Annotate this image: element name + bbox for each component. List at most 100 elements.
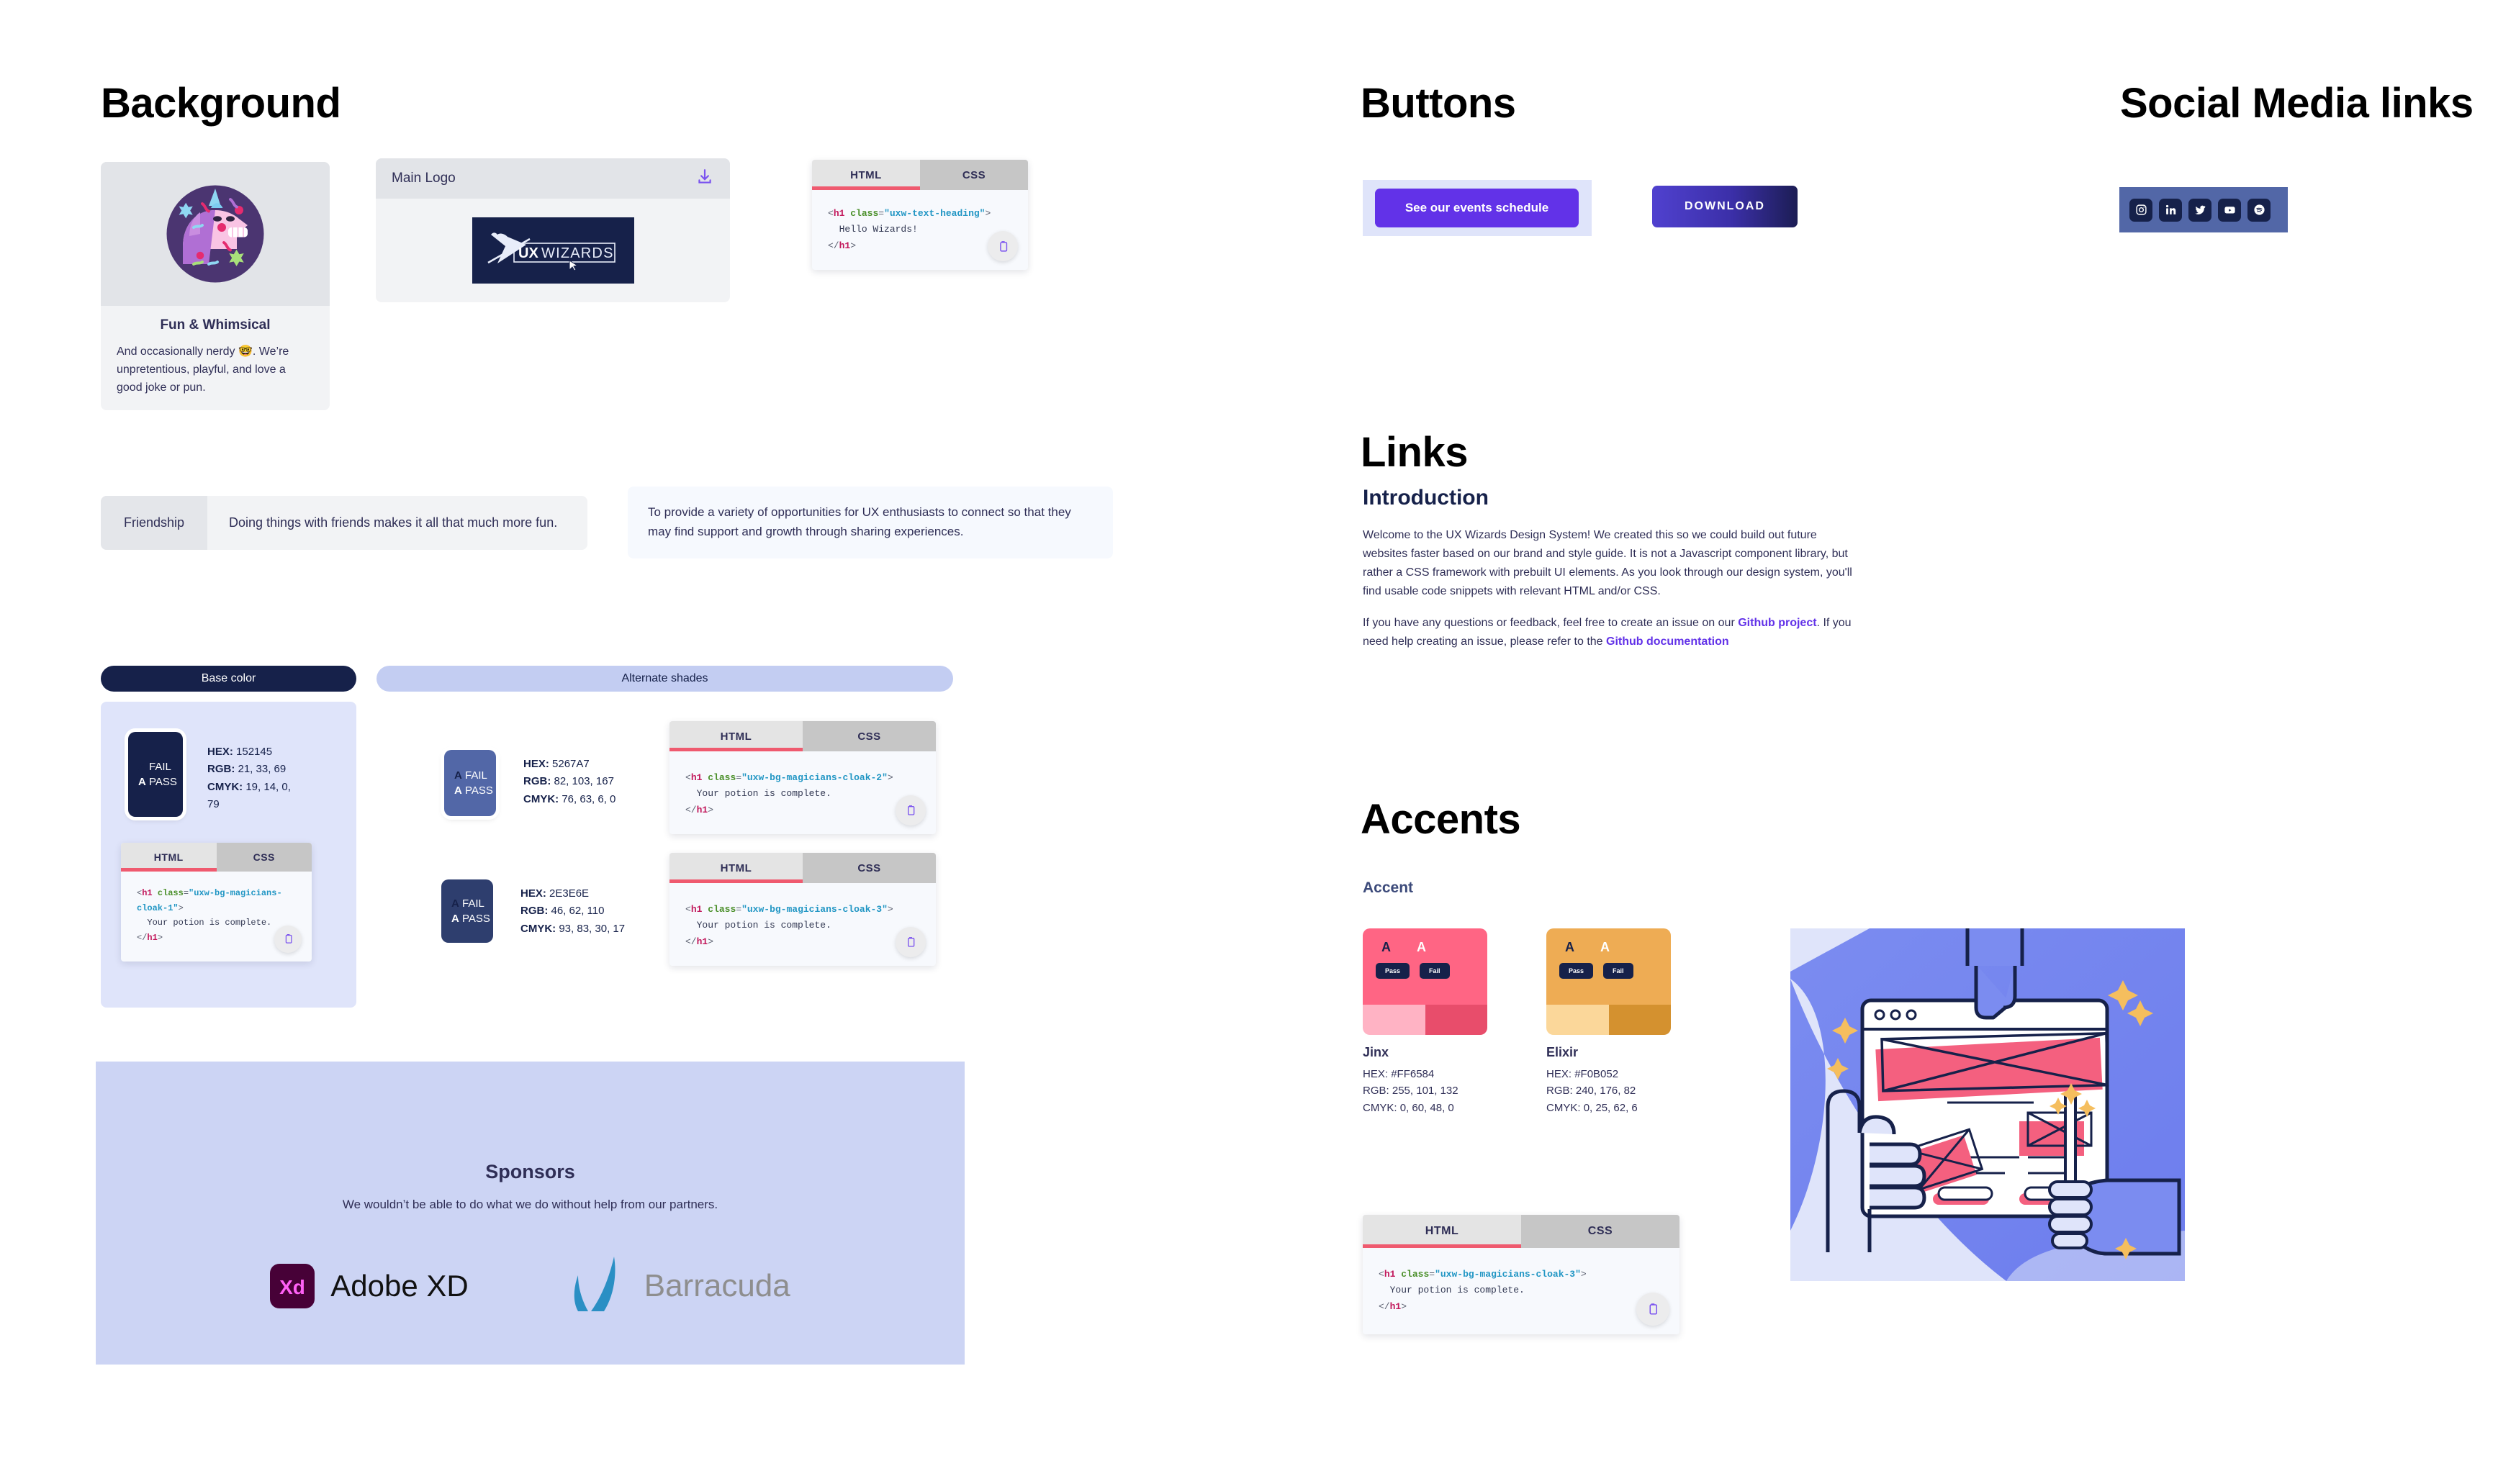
swatch-fail-row: A FAIL — [451, 897, 493, 910]
linkedin-icon[interactable] — [2159, 198, 2182, 222]
accent-contrast-chips: Pass Fail — [1559, 963, 1633, 979]
cmyk-label: CMYK: — [1363, 1101, 1397, 1114]
github-documentation-link[interactable]: Github documentation — [1606, 635, 1729, 648]
p2-before: If you have any questions or feedback, f… — [1363, 616, 1739, 629]
code-tabs: HTML CSS — [669, 721, 936, 751]
rgb-label: RGB: — [207, 763, 235, 776]
tab-html[interactable]: HTML — [812, 160, 920, 190]
clipboard-icon[interactable] — [896, 927, 926, 958]
download-button[interactable]: DOWNLOAD — [1652, 186, 1798, 227]
accent-a-dark: A — [1381, 940, 1391, 954]
cmyk-label: CMYK: — [1546, 1101, 1581, 1114]
rgb-label: RGB: — [523, 775, 551, 788]
tab-html[interactable]: HTML — [669, 721, 803, 751]
code-content: Your potion is complete. — [685, 788, 831, 800]
accent-chip-pass: Pass — [1376, 963, 1410, 979]
clipboard-icon[interactable] — [274, 925, 302, 953]
base-color-swatch[interactable]: A FAIL A PASS — [128, 732, 183, 817]
code-body: <h1 class="uxw-bg-magicians-cloak-3"> Yo… — [669, 883, 936, 966]
code-content: Hello Wizards! — [828, 224, 918, 235]
code-body: <h1 class="uxw-bg-magicians-cloak-1"> Yo… — [121, 872, 312, 962]
code-body: <h1 class="uxw-bg-magicians-cloak-2"> Yo… — [669, 751, 936, 834]
rgb-label: RGB: — [1546, 1085, 1573, 1098]
introduction-paragraph-2: If you have any questions or feedback, f… — [1363, 614, 1852, 651]
swatch-a-fail: A — [454, 769, 462, 782]
github-project-link[interactable]: Github project — [1738, 617, 1816, 629]
clipboard-icon[interactable] — [896, 795, 926, 826]
accent-swatch-elixir[interactable]: A A Pass Fail — [1546, 928, 1671, 1035]
swatch-fail-label: FAIL — [462, 897, 484, 910]
accent-shade-light — [1363, 1005, 1425, 1035]
sponsor-logos: Xd Adobe XD Barracuda — [96, 1254, 965, 1318]
rgb-label: RGB: — [520, 905, 549, 918]
accent-label: Accent — [1363, 879, 1414, 896]
tab-html[interactable]: HTML — [669, 853, 803, 883]
accent-main-elixir: A A Pass Fail — [1546, 928, 1671, 1005]
code-class-value: "uxw-bg-magicians-cloak-3" — [1435, 1269, 1581, 1280]
code-tabs: HTML CSS — [812, 160, 1028, 190]
code-card-cloak3: HTML CSS <h1 class="uxw-bg-magicians-clo… — [669, 853, 936, 967]
accent-contrast-chips: Pass Fail — [1376, 963, 1450, 979]
cmyk-value: 93, 83, 30, 17 — [559, 922, 626, 935]
page-title-links: Links — [1361, 429, 1469, 476]
download-icon[interactable] — [695, 168, 714, 190]
alt-color-swatch-2[interactable]: A FAIL A PASS — [441, 879, 493, 943]
accent-a-light: A — [1417, 940, 1426, 954]
hex-value: 2E3E6E — [549, 887, 590, 900]
clipboard-icon[interactable] — [988, 231, 1018, 262]
accent-chip-fail: Fail — [1603, 963, 1633, 979]
code-snippet: <h1 class="uxw-text-heading"> Hello Wiza… — [828, 208, 991, 251]
sponsor-barracuda-label: Barracuda — [644, 1268, 790, 1303]
tab-alternate-shades[interactable]: Alternate shades — [376, 666, 953, 692]
twitter-icon[interactable] — [2188, 198, 2211, 222]
logo-wizards-text: WIZARDS — [541, 245, 614, 261]
swatch-fail-label: FAIL — [465, 769, 487, 782]
swatch-pass-row: A PASS — [138, 776, 183, 788]
svg-text:Xd: Xd — [279, 1276, 305, 1298]
code-class-value: "uxw-bg-magicians-cloak-2" — [741, 772, 888, 783]
spotify-icon[interactable] — [2247, 198, 2271, 222]
tab-html[interactable]: HTML — [121, 843, 217, 872]
hex-label: HEX: — [1546, 1068, 1572, 1080]
logo-ux-text: UX — [518, 245, 538, 261]
alt-color-swatch-1[interactable]: A FAIL A PASS — [444, 750, 496, 816]
cmyk-label: CMYK: — [520, 922, 556, 935]
accent-swatch-jinx[interactable]: A A Pass Fail — [1363, 928, 1487, 1035]
tab-css[interactable]: CSS — [920, 160, 1028, 190]
rgb-value: 82, 103, 167 — [554, 775, 614, 788]
sponsors-subtitle: We wouldn’t be able to do what we do wit… — [342, 1198, 718, 1211]
accent-shade-light — [1546, 1005, 1609, 1035]
page-title-background: Background — [101, 80, 341, 127]
tab-css[interactable]: CSS — [1521, 1215, 1679, 1248]
tab-css[interactable]: CSS — [216, 843, 312, 872]
code-snippet: <h1 class="uxw-bg-magicians-cloak-3"> Yo… — [1379, 1269, 1587, 1312]
tab-html[interactable]: HTML — [1363, 1215, 1521, 1248]
code-body: <h1 class="uxw-bg-magicians-cloak-3"> Yo… — [1363, 1248, 1679, 1334]
tab-css[interactable]: CSS — [803, 721, 936, 751]
main-logo-card: Main Logo UX WIZARDS — [376, 158, 730, 302]
instagram-icon[interactable] — [2129, 198, 2152, 222]
cmyk-label: CMYK: — [207, 780, 243, 793]
tab-base-color[interactable]: Base color — [101, 666, 356, 692]
web-design-hands-illustration — [1790, 928, 2185, 1281]
code-card-cloak2: HTML CSS <h1 class="uxw-bg-magicians-clo… — [669, 721, 936, 835]
rgb-value: 240, 176, 82 — [1575, 1085, 1636, 1098]
code-snippet: <h1 class="uxw-bg-magicians-cloak-1"> Yo… — [137, 888, 282, 943]
accent-card-elixir: A A Pass Fail Elixir HEX: #F0B052 RGB: 2… — [1546, 928, 1671, 1116]
tab-css[interactable]: CSS — [803, 853, 936, 883]
code-snippet: <h1 class="uxw-bg-magicians-cloak-2"> Yo… — [685, 772, 893, 815]
swatch-pass-row: A PASS — [451, 913, 493, 925]
accent-values-elixir: HEX: #F0B052 RGB: 240, 176, 82 CMYK: 0, … — [1546, 1066, 1671, 1116]
accent-main-jinx: A A Pass Fail — [1363, 928, 1487, 1005]
hex-label: HEX: — [523, 758, 549, 770]
youtube-icon[interactable] — [2218, 198, 2241, 222]
sponsor-barracuda: Barracuda — [562, 1254, 790, 1318]
swatch-pass-label: PASS — [149, 776, 177, 788]
fun-whimsical-card: Fun & Whimsical And occasionally nerdy 🤓… — [101, 162, 330, 410]
swatch-pass-label: PASS — [465, 784, 493, 797]
swatch-a-pass: A — [138, 776, 146, 788]
swatch-fail-label: FAIL — [149, 761, 171, 773]
clipboard-icon[interactable] — [1636, 1293, 1669, 1326]
code-snippet: <h1 class="uxw-bg-magicians-cloak-3"> Yo… — [685, 904, 893, 947]
see-events-schedule-button[interactable]: See our events schedule — [1375, 189, 1579, 227]
